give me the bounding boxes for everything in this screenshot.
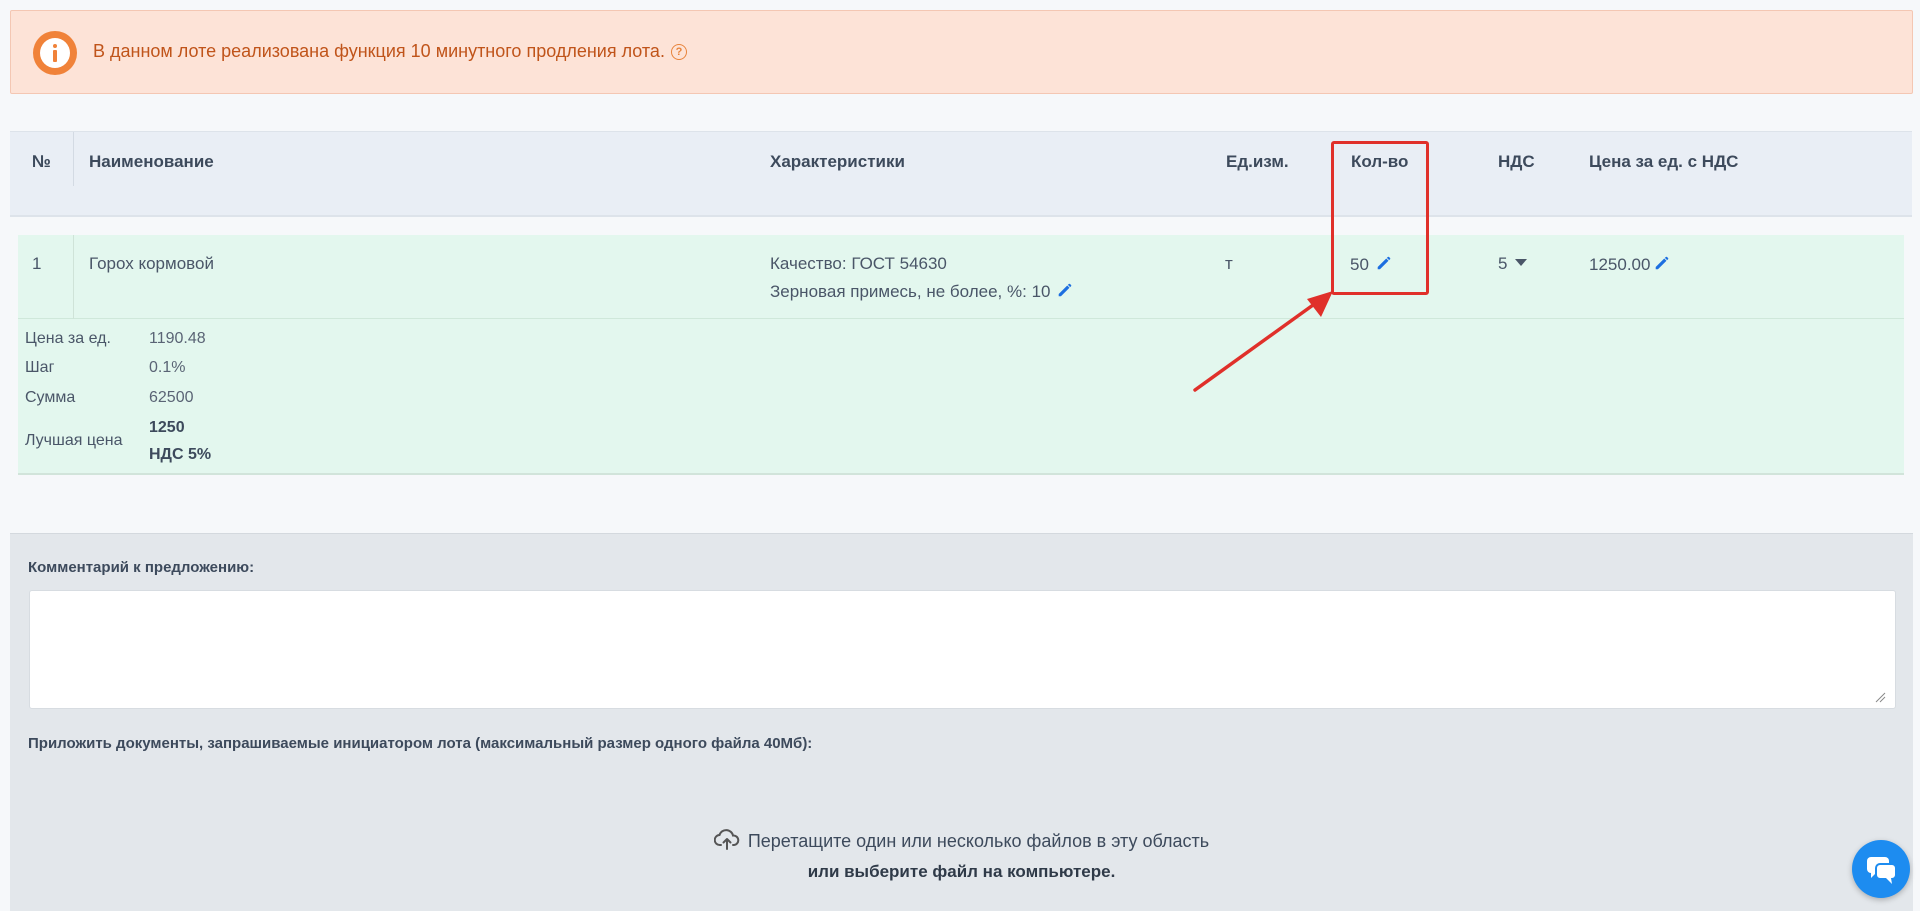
header-unit: Ед.изм. <box>1226 152 1289 171</box>
row-name: Горох кормовой <box>89 254 214 273</box>
alert-message: В данном лоте реализована функция 10 мин… <box>93 41 687 62</box>
vat-value: 5 <box>1498 254 1508 273</box>
unit-price-value: 1190.48 <box>149 330 206 347</box>
sum-label: Сумма <box>25 389 76 406</box>
comment-label: Комментарий к предложению: <box>28 559 255 576</box>
best-price-value: 1250 <box>149 419 185 436</box>
row-price: 1250.00 <box>1589 254 1671 275</box>
dropzone-hint: Перетащите один или несколько файлов в э… <box>747 831 1210 851</box>
lot-details: Цена за ед. 1190.48 Шаг 0.1% Сумма 62500… <box>18 319 1904 475</box>
help-icon[interactable]: ? <box>670 44 687 60</box>
comment-textarea[interactable] <box>29 590 1896 709</box>
row-spec-quality: Качество: ГОСТ 54630 <box>770 254 947 273</box>
choose-file-link[interactable]: или выберите файл на компьютере. <box>10 862 1913 882</box>
sum-value: 62500 <box>149 389 194 406</box>
dropzone-text: Перетащите один или несколько файлов в э… <box>10 829 1913 852</box>
column-divider <box>73 132 74 186</box>
upload-icon <box>713 829 740 850</box>
best-price-label: Лучшая цена <box>25 432 123 449</box>
table-row: 1 Горох кормовой Качество: ГОСТ 54630 Зе… <box>18 235 1904 319</box>
resize-grip-icon[interactable] <box>1872 689 1886 703</box>
row-spec-impurity: Зерновая примесь, не более, %: 10 <box>770 281 1074 302</box>
column-divider <box>73 235 74 319</box>
unit-price-label: Цена за ед. <box>25 330 111 347</box>
header-name: Наименование <box>89 152 214 171</box>
offer-comment-panel: Комментарий к предложению: Приложить док… <box>10 533 1913 911</box>
header-vat: НДС <box>1498 152 1535 171</box>
header-num: № <box>32 152 51 171</box>
chat-icon <box>1867 857 1897 884</box>
pencil-icon[interactable] <box>1653 254 1671 272</box>
row-unit: т <box>1225 254 1233 273</box>
info-alert: В данном лоте реализована функция 10 мин… <box>10 10 1913 94</box>
attach-label: Приложить документы, запрашиваемые иници… <box>28 735 813 752</box>
row-num: 1 <box>32 254 42 273</box>
header-price: Цена за ед. с НДС <box>1589 152 1739 171</box>
table-header: № Наименование Характеристики Ед.изм. Ко… <box>10 131 1912 217</box>
best-price-vat: НДС 5% <box>149 446 212 463</box>
header-specs: Характеристики <box>770 152 905 171</box>
caret-down-icon <box>1515 259 1528 266</box>
annotation-arrow-icon <box>1193 291 1333 392</box>
vat-select[interactable]: 5 <box>1498 254 1528 274</box>
step-label: Шаг <box>25 359 55 376</box>
qty-highlight-box <box>1331 141 1429 295</box>
row-price-value: 1250.00 <box>1589 255 1651 274</box>
row-spec-impurity-text: Зерновая примесь, не более, %: 10 <box>770 282 1051 301</box>
file-dropzone[interactable]: Перетащите один или несколько файлов в э… <box>10 829 1913 882</box>
pencil-icon[interactable] <box>1056 281 1074 299</box>
alert-text: В данном лоте реализована функция 10 мин… <box>93 41 665 61</box>
info-icon <box>33 31 77 75</box>
chat-button[interactable] <box>1852 840 1910 898</box>
step-value: 0.1% <box>149 359 186 376</box>
